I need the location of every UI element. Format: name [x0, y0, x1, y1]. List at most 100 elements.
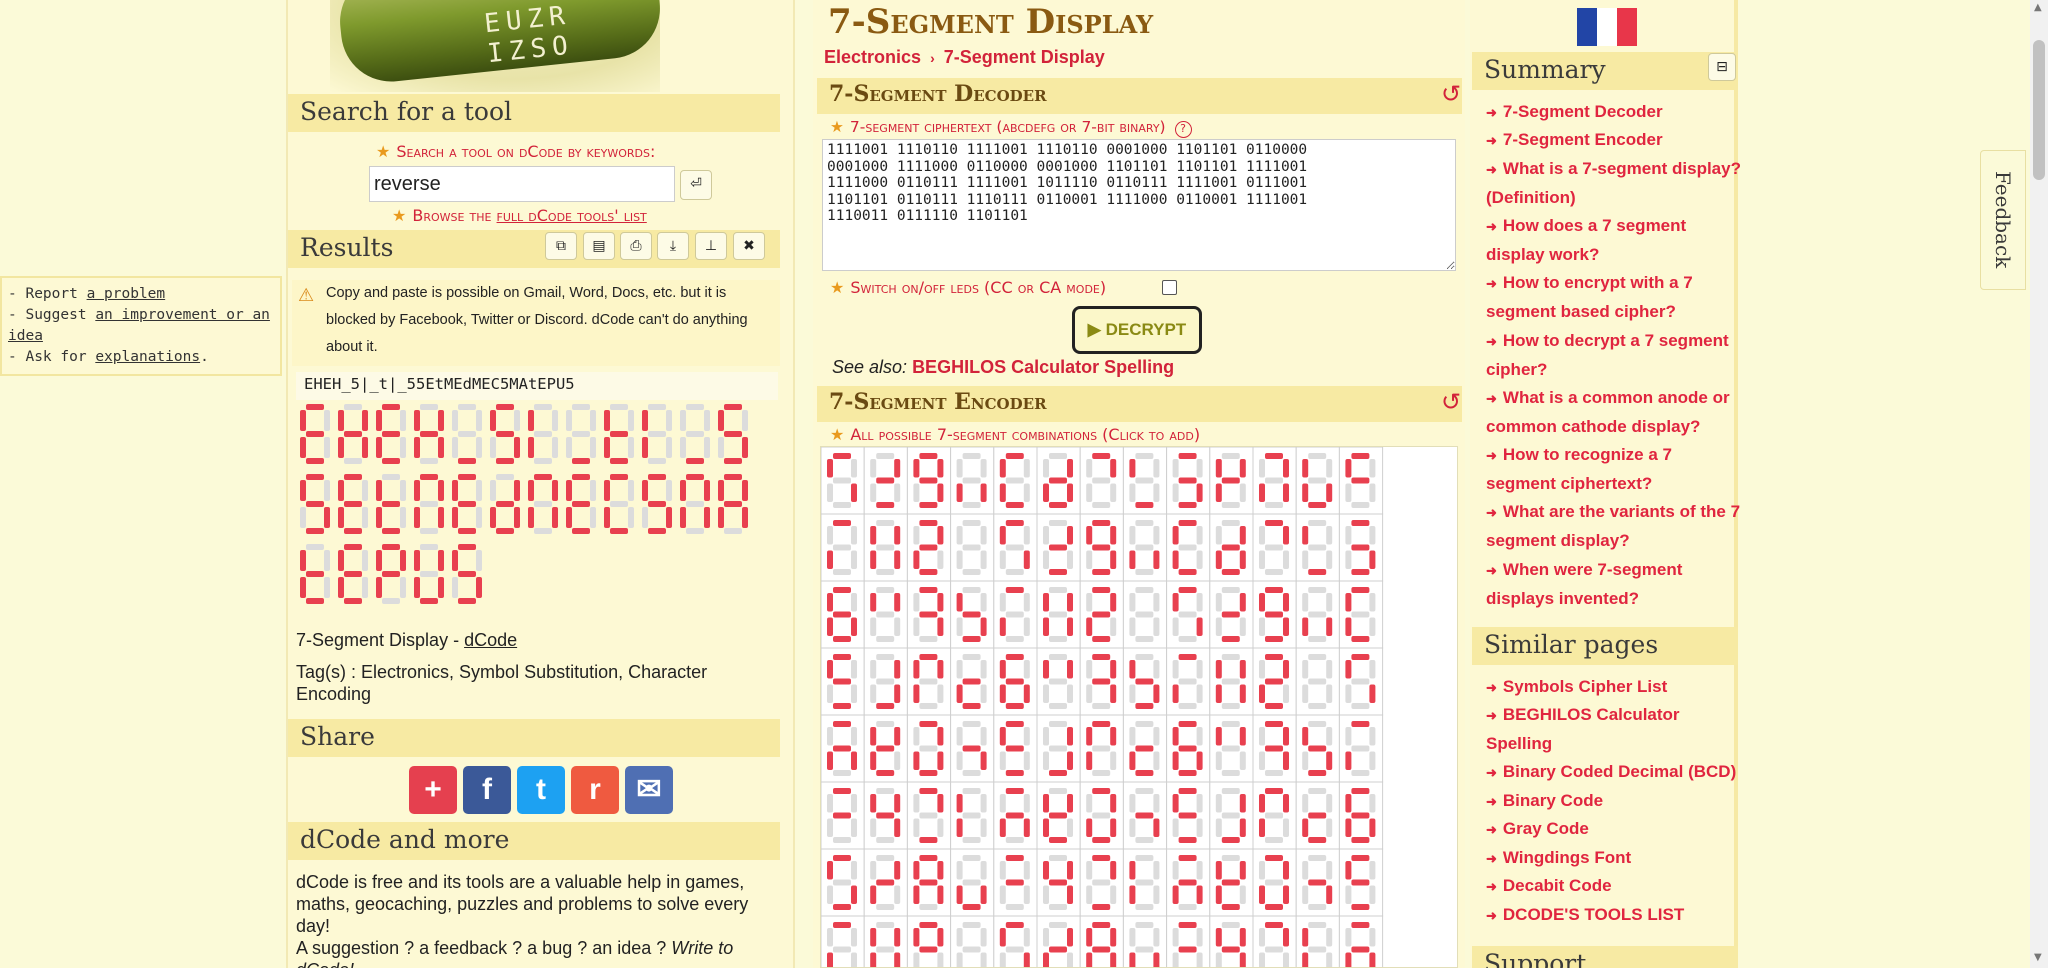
- segment-f: [956, 526, 963, 545]
- segment-f: [956, 459, 963, 478]
- segment-c: [1326, 885, 1333, 904]
- search-enter-button[interactable]: ⏎: [680, 170, 712, 200]
- beghilos-link[interactable]: BEGHILOS Calculator Spelling: [912, 357, 1174, 377]
- segment-a: [1005, 721, 1024, 727]
- segment-f: [913, 660, 920, 679]
- summary-link[interactable]: ➜ What are the variants of the 7 segment …: [1486, 498, 1744, 555]
- segment-a: [876, 721, 895, 727]
- segment-e: [913, 751, 920, 770]
- similar-link[interactable]: ➜ Binary Coded Decimal (BCD): [1486, 758, 1744, 787]
- scroll-thumb[interactable]: [2033, 40, 2045, 180]
- segment-d: [1221, 904, 1240, 910]
- close-results-button[interactable]: ✖: [733, 232, 765, 260]
- breadcrumb-electronics[interactable]: Electronics: [824, 47, 921, 67]
- summary-link[interactable]: ➜ When were 7-segment displays invented?: [1486, 556, 1744, 613]
- summary-link[interactable]: ➜ What is a 7-segment display? (Definitio…: [1486, 155, 1744, 212]
- segment-combinations-svg: [821, 447, 1384, 967]
- similar-link[interactable]: ➜ Wingdings Font: [1486, 844, 1744, 873]
- mail-icon[interactable]: ✉: [625, 766, 673, 814]
- segment-d: [919, 502, 938, 508]
- segment-f: [1086, 861, 1093, 880]
- summary-link[interactable]: ➜ How to decrypt a 7 segment cipher?: [1486, 327, 1744, 384]
- segment-c: [1369, 550, 1376, 569]
- segment-f: [604, 410, 610, 431]
- ciphertext-input[interactable]: [822, 139, 1456, 271]
- segment-e: [956, 617, 963, 636]
- similar-link[interactable]: ➜ Binary Code: [1486, 787, 1744, 816]
- ask-explanations-link[interactable]: explanations: [95, 349, 200, 365]
- segment-b: [1153, 928, 1160, 947]
- encoder-reset-icon[interactable]: ↺: [1441, 388, 1461, 416]
- pin-results-button[interactable]: ⊥: [695, 232, 727, 260]
- search-input[interactable]: [369, 166, 675, 202]
- segment-b: [937, 794, 944, 813]
- segment-e: [870, 818, 877, 837]
- segment-b: [937, 861, 944, 880]
- save-results-button[interactable]: ▤: [583, 232, 615, 260]
- segment-f: [1129, 861, 1136, 880]
- segment-g: [572, 431, 590, 437]
- segment-e: [1129, 818, 1136, 837]
- dcode-link[interactable]: dCode: [464, 630, 517, 650]
- segment-c: [1369, 617, 1376, 636]
- share-section-title: Share: [288, 719, 780, 757]
- segment-a: [1092, 453, 1111, 459]
- feedback-tab[interactable]: Feedback: [1980, 150, 2026, 290]
- result-digit: [452, 474, 482, 534]
- segment-c: [1153, 483, 1160, 502]
- segment-c: [1369, 952, 1376, 967]
- scroll-up-icon[interactable]: ▲: [2034, 2, 2042, 13]
- result-digit: [300, 544, 330, 604]
- similar-link[interactable]: ➜ Decabit Code: [1486, 872, 1744, 901]
- similar-link[interactable]: ➜ BEGHILOS Calculator Spelling: [1486, 701, 1744, 758]
- summary-collapse-button[interactable]: ⊟: [1708, 53, 1736, 81]
- segment-e: [642, 507, 648, 528]
- segment-f: [1345, 526, 1352, 545]
- segment-g: [382, 571, 400, 577]
- report-problem-link[interactable]: a problem: [87, 286, 166, 302]
- summary-link[interactable]: ➜ 7-Segment Encoder: [1486, 126, 1744, 155]
- twitter-icon[interactable]: t: [517, 766, 565, 814]
- scroll-down-icon[interactable]: ▼: [2034, 952, 2042, 963]
- segment-e: [490, 437, 496, 458]
- plus-icon[interactable]: +: [409, 766, 457, 814]
- segment-c: [1023, 617, 1030, 636]
- reddit-icon[interactable]: r: [571, 766, 619, 814]
- switch-leds-checkbox[interactable]: [1162, 280, 1177, 295]
- page-scrollbar[interactable]: ▲ ▼: [2030, 0, 2048, 968]
- segment-d: [876, 703, 895, 709]
- print-results-button[interactable]: ⎙: [620, 232, 652, 260]
- summary-link[interactable]: ➜ How to recognize a 7 segment ciphertext…: [1486, 441, 1744, 498]
- segment-e: [1043, 550, 1049, 569]
- segment-b: [704, 480, 710, 501]
- summary-link[interactable]: ➜ How does a 7 segment display work?: [1486, 212, 1744, 269]
- summary-link[interactable]: ➜ 7-Segment Decoder: [1486, 98, 1744, 127]
- copy-results-button[interactable]: ⧉: [545, 232, 577, 260]
- segment-f: [827, 526, 833, 545]
- summary-link-label: What is a common anode or common cathode…: [1486, 388, 1730, 436]
- download-results-button[interactable]: ⤓: [657, 232, 689, 260]
- summary-link[interactable]: ➜ How to encrypt with a 7 segment based c…: [1486, 269, 1744, 326]
- similar-link[interactable]: ➜ Symbols Cipher List: [1486, 673, 1744, 702]
- help-icon[interactable]: ?: [1174, 121, 1192, 138]
- result-digit: [338, 474, 368, 534]
- segment-g: [1092, 745, 1111, 752]
- summary-link-label: What is a 7-segment display? (Definition…: [1486, 159, 1741, 207]
- facebook-icon[interactable]: f: [463, 766, 511, 814]
- segment-a: [876, 654, 895, 660]
- decrypt-button[interactable]: ▶ DECRYPT: [1072, 306, 1202, 354]
- breadcrumb-7-segment[interactable]: 7-Segment Display: [944, 47, 1105, 67]
- french-flag-icon[interactable]: [1577, 8, 1637, 46]
- decoder-reset-icon[interactable]: ↺: [1441, 80, 1461, 108]
- summary-link[interactable]: ➜ What is a common anode or common cathod…: [1486, 384, 1744, 441]
- segment-e: [999, 550, 1006, 569]
- similar-link[interactable]: ➜ DCODE'S TOOLS LIST: [1486, 901, 1744, 930]
- segment-c: [1326, 952, 1333, 967]
- similar-link[interactable]: ➜ Gray Code: [1486, 815, 1744, 844]
- segment-f: [376, 410, 382, 431]
- segment-b: [1239, 794, 1246, 813]
- browse-tools-link[interactable]: full dCode tools' list: [497, 206, 647, 225]
- segment-a: [1049, 654, 1067, 660]
- segment-f: [1345, 660, 1352, 679]
- segment-b: [937, 660, 944, 679]
